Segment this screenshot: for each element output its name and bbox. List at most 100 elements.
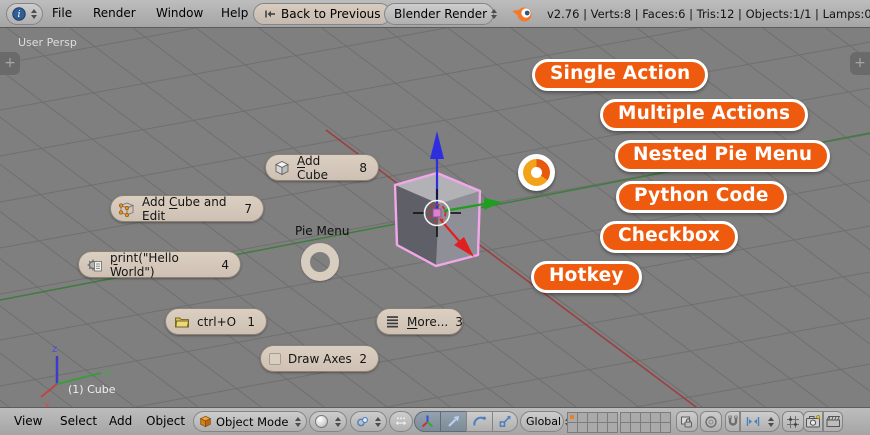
grid-dots-icon <box>786 415 800 429</box>
snap-element-icon <box>746 415 760 428</box>
pie-item-add-cube[interactable]: Add Cube 8 <box>265 154 379 181</box>
menu-view[interactable]: View <box>14 408 42 435</box>
opengl-render-animation-button[interactable] <box>823 411 843 432</box>
editor-type-selector[interactable]: i <box>6 3 43 25</box>
blender-window: i File Render Window Help Back to Previo… <box>0 0 870 435</box>
mini-axis-gizmo: z y x <box>41 344 111 407</box>
scale-icon <box>498 414 512 429</box>
script-icon <box>87 257 103 273</box>
engine-select-value: Blender Render <box>394 7 487 21</box>
opengl-render-image-button[interactable] <box>803 411 823 432</box>
callout-hotkey: Hotkey <box>531 261 642 293</box>
scene-stats: v2.76 | Verts:8 | Faces:6 | Tris:12 | Ob… <box>547 0 870 28</box>
open-folder-icon <box>174 314 190 330</box>
draw-axes-checkbox[interactable] <box>269 353 281 365</box>
translate-manipulator-button[interactable] <box>440 411 466 432</box>
manipulator-axes-toggle[interactable] <box>414 411 440 432</box>
pie-item-print-hello-world[interactable]: print("Hello World") 4 <box>78 251 241 278</box>
menu-file[interactable]: File <box>52 0 72 27</box>
mode-select-arrows-icon <box>295 417 301 427</box>
scale-manipulator-button[interactable] <box>492 411 518 432</box>
shading-sphere-icon <box>315 415 328 428</box>
viewport-shading-select[interactable] <box>309 411 347 432</box>
pie-item-number: 8 <box>359 161 367 175</box>
expand-properties-tab[interactable]: + <box>850 52 870 75</box>
layers-widget-group2[interactable] <box>620 412 670 432</box>
gizmo-y-label: y <box>105 367 111 378</box>
menu-add[interactable]: Add <box>109 408 132 435</box>
pie-item-more[interactable]: More... 3 <box>376 308 463 335</box>
editmode-cube-icon <box>119 201 135 217</box>
transform-orientation-select[interactable]: Global <box>520 411 564 432</box>
pie-item-number: 7 <box>244 202 252 216</box>
engine-select-arrows-icon <box>491 9 497 19</box>
pivot-arrows-icon <box>375 417 381 427</box>
menu-render[interactable]: Render <box>93 0 136 27</box>
pivot-icon <box>356 415 369 428</box>
gizmo-x-label: x <box>44 400 50 407</box>
snap-grid-button[interactable] <box>782 411 804 432</box>
clapperboard-icon <box>825 414 841 429</box>
pie-item-number: 2 <box>359 352 367 366</box>
menu-object[interactable]: Object <box>146 408 185 435</box>
shading-arrows-icon <box>335 417 341 427</box>
magnet-icon <box>727 415 739 428</box>
pie-item-number: 4 <box>221 258 229 272</box>
lock-icon <box>680 415 694 429</box>
info-editor-icon: i <box>12 7 26 21</box>
info-header-bar: i File Render Window Help Back to Previo… <box>0 0 870 28</box>
proportional-edit-button[interactable] <box>700 411 722 432</box>
back-arrow-icon <box>263 7 277 21</box>
pie-origin-target-icon <box>518 154 555 191</box>
pivot-point-select[interactable] <box>350 411 387 432</box>
object-mode-cube-icon <box>199 415 212 428</box>
mode-select-value: Object Mode <box>216 415 288 429</box>
callout-checkbox: Checkbox <box>600 221 738 253</box>
pie-menu-title: Pie Menu <box>295 224 349 238</box>
camera-icon <box>805 414 821 429</box>
menu-window[interactable]: Window <box>156 0 203 27</box>
translate-arrow-icon <box>446 414 461 429</box>
rotate-arc-icon <box>472 414 487 429</box>
orientation-select-value: Global <box>526 415 561 428</box>
layers-widget-group1[interactable] <box>567 412 617 432</box>
pie-item-add-cube-and-edit[interactable]: Add Cube and Edit 7 <box>110 195 264 222</box>
pie-item-draw-axes[interactable]: Draw Axes 2 <box>260 345 379 372</box>
active-object-label: (1) Cube <box>68 383 115 396</box>
lock-to-scene-button[interactable] <box>676 411 698 432</box>
menu-lines-icon <box>385 314 400 329</box>
callout-multiple-actions: Multiple Actions <box>600 99 808 131</box>
expand-toolshelf-tab[interactable]: + <box>0 52 20 75</box>
blender-logo-icon <box>511 5 535 23</box>
svg-text:i: i <box>17 9 20 20</box>
rotate-manipulator-button[interactable] <box>466 411 492 432</box>
cube-icon <box>274 160 290 176</box>
callout-python-code: Python Code <box>616 181 787 213</box>
render-engine-select[interactable]: Blender Render <box>384 3 494 25</box>
back-button-label: Back to Previous <box>281 7 381 21</box>
back-to-previous-button[interactable]: Back to Previous <box>253 3 391 25</box>
origin-point <box>433 209 441 217</box>
callout-nested-pie-menu: Nested Pie Menu <box>615 140 830 172</box>
manipulator-toggle-group <box>414 411 518 432</box>
pie-menu-center-ring <box>301 243 339 281</box>
manipulator-z-arrow[interactable] <box>430 131 444 159</box>
interaction-mode-select[interactable]: Object Mode <box>193 411 307 432</box>
selector-arrows-icon <box>31 9 37 19</box>
pie-item-number: 1 <box>247 315 255 329</box>
menu-help[interactable]: Help <box>221 0 248 27</box>
gizmo-z-label: z <box>52 344 57 355</box>
center-points-icon <box>395 414 407 429</box>
proportional-circle-icon <box>704 415 718 429</box>
snap-toggle-button[interactable] <box>725 411 740 432</box>
pie-item-ctrl-o[interactable]: ctrl+O 1 <box>165 308 267 335</box>
manipulate-center-points-button[interactable] <box>389 411 413 432</box>
callout-single-action: Single Action <box>532 59 708 91</box>
rgb-axes-icon <box>420 414 435 429</box>
view-name-label: User Persp <box>18 36 77 49</box>
menu-select[interactable]: Select <box>60 408 97 435</box>
snap-arrows-icon <box>768 417 774 427</box>
pie-item-number: 3 <box>455 315 463 329</box>
viewport-3d[interactable]: z y x User Persp (1) Cube + + Pie Menu A… <box>0 28 870 407</box>
snap-element-select[interactable] <box>740 411 780 432</box>
